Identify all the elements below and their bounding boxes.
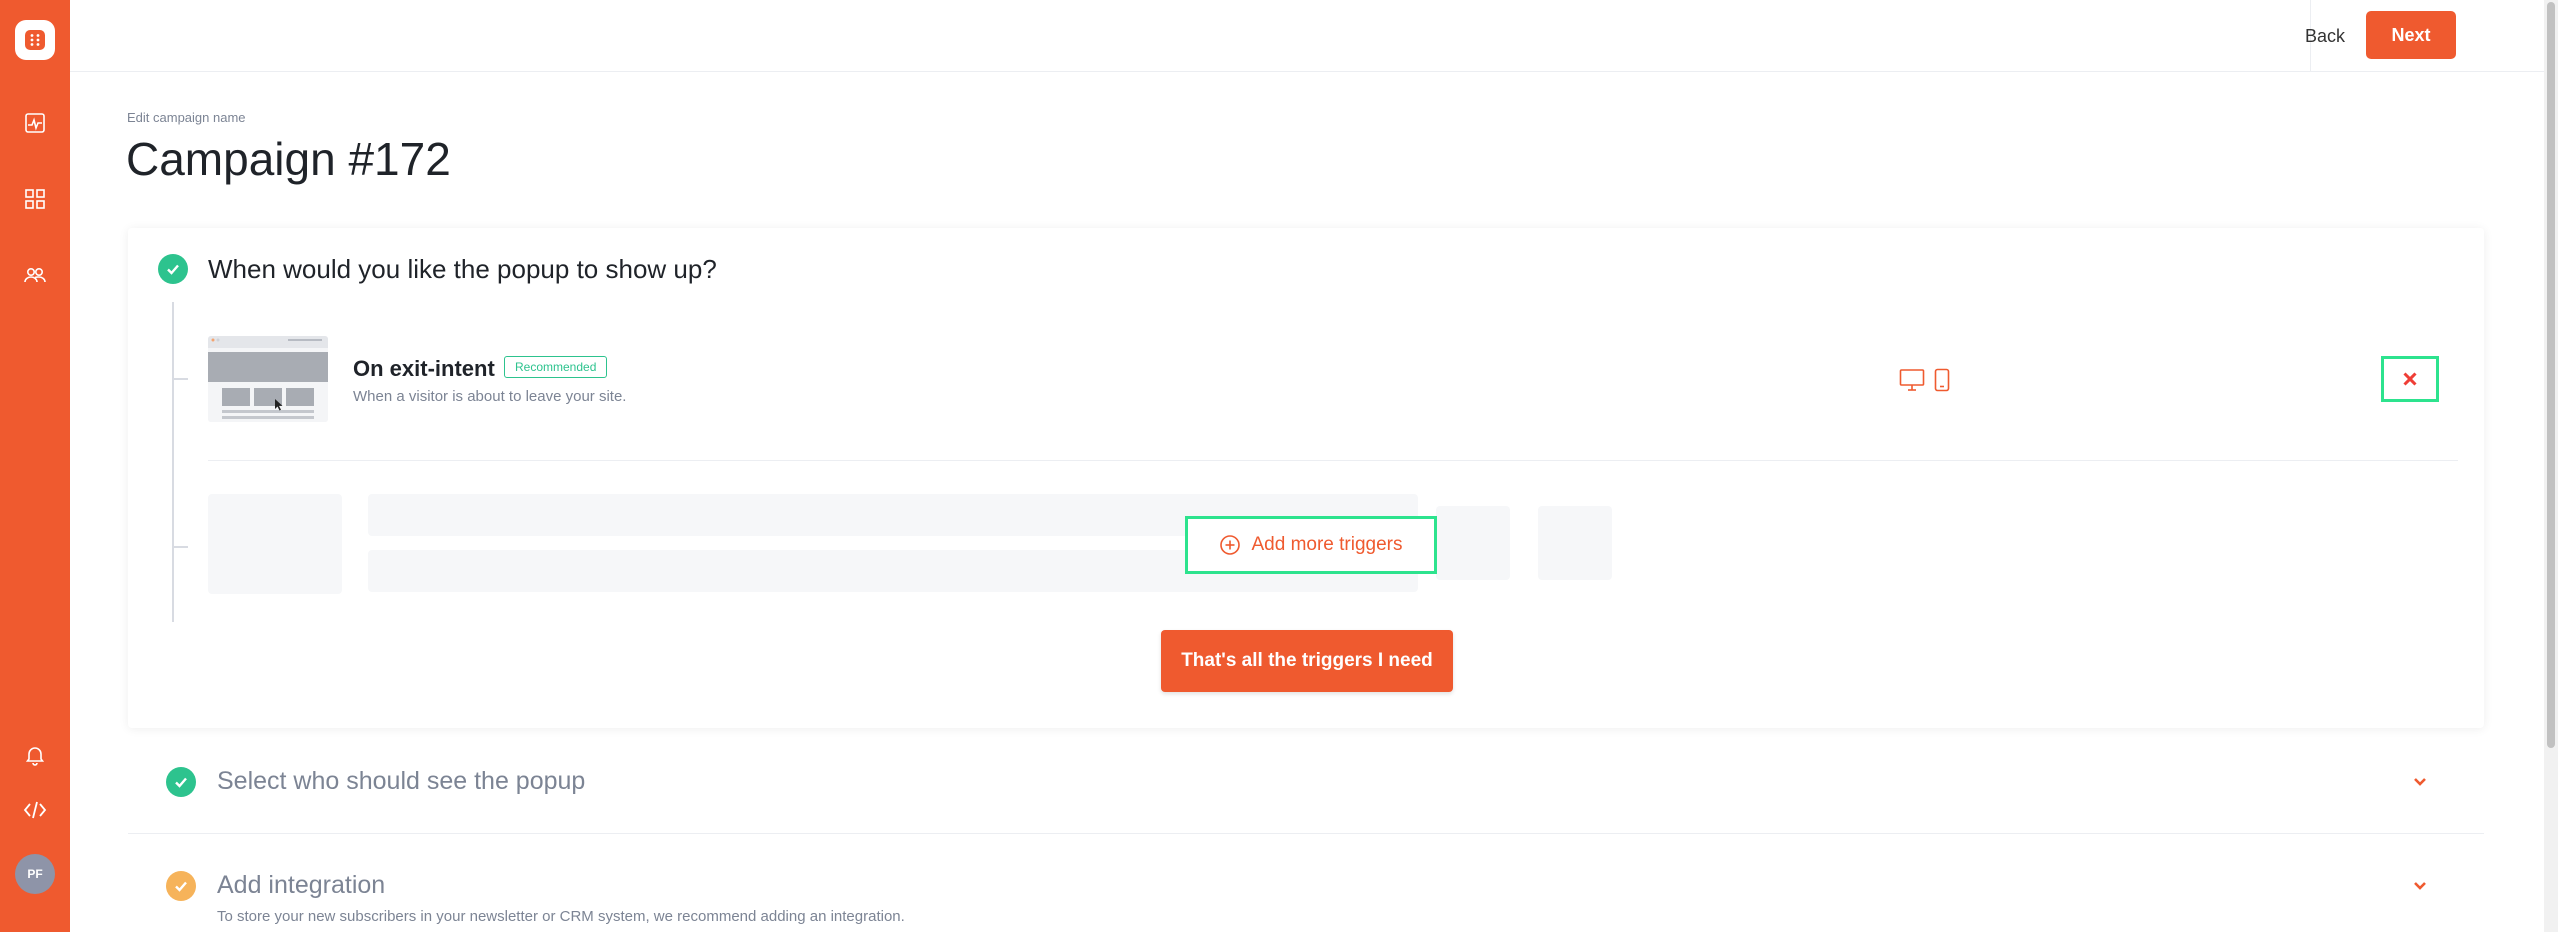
dashboard-grid-icon[interactable] bbox=[20, 184, 50, 214]
back-button[interactable]: Back bbox=[2270, 14, 2380, 58]
tree-line bbox=[172, 302, 174, 622]
chevron-down-icon[interactable] bbox=[2408, 770, 2432, 794]
step-question: When would you like the popup to show up… bbox=[208, 254, 717, 284]
sidebar: PF bbox=[0, 0, 70, 932]
remove-trigger-button[interactable] bbox=[2381, 356, 2439, 402]
avatar[interactable]: PF bbox=[15, 854, 55, 894]
exit-intent-thumbnail bbox=[208, 336, 328, 422]
code-icon[interactable] bbox=[20, 795, 50, 825]
done-triggers-button[interactable]: That's all the triggers I need bbox=[1161, 630, 1453, 692]
desktop-icon bbox=[1898, 366, 1926, 394]
add-more-triggers-label: Add more triggers bbox=[1251, 534, 1403, 555]
plus-circle-icon bbox=[1220, 535, 1241, 555]
skeleton-thumbnail bbox=[208, 494, 342, 594]
top-bar bbox=[70, 0, 2544, 72]
scrollbar[interactable] bbox=[2544, 0, 2558, 932]
mobile-icon bbox=[1928, 366, 1956, 394]
skeleton-box bbox=[1436, 506, 1510, 580]
tree-connector bbox=[172, 378, 188, 380]
trigger-description: When a visitor is about to leave your si… bbox=[353, 388, 627, 405]
section-description: To store your new subscribers in your ne… bbox=[217, 908, 905, 925]
trigger-step-card: When would you like the popup to show up… bbox=[128, 228, 2484, 728]
check-circle-icon bbox=[158, 254, 188, 284]
scrollbar-thumb[interactable] bbox=[2547, 2, 2555, 748]
integration-section[interactable]: Add integration To store your new subscr… bbox=[128, 834, 2484, 932]
section-title: Add integration bbox=[217, 871, 386, 899]
skeleton-box bbox=[1538, 506, 1612, 580]
close-icon bbox=[2403, 372, 2417, 386]
audience-section[interactable]: Select who should see the popup bbox=[128, 740, 2484, 833]
add-more-triggers-button[interactable]: Add more triggers bbox=[1185, 516, 1437, 574]
tree-connector bbox=[172, 546, 188, 548]
recommended-badge: Recommended bbox=[504, 356, 608, 378]
users-icon[interactable] bbox=[20, 260, 50, 290]
next-button[interactable]: Next bbox=[2366, 11, 2456, 59]
check-circle-icon bbox=[166, 871, 196, 901]
chevron-down-icon[interactable] bbox=[2408, 874, 2432, 898]
bell-icon[interactable] bbox=[20, 740, 50, 770]
divider bbox=[208, 460, 2458, 461]
grid-dots-icon[interactable] bbox=[15, 20, 55, 60]
trigger-title: On exit-intent bbox=[353, 356, 495, 381]
analytics-icon[interactable] bbox=[20, 108, 50, 138]
edit-campaign-name-link[interactable]: Edit campaign name bbox=[127, 110, 246, 125]
section-title: Select who should see the popup bbox=[217, 767, 586, 795]
check-circle-icon bbox=[166, 767, 196, 797]
page-title: Campaign #172 bbox=[126, 133, 451, 185]
